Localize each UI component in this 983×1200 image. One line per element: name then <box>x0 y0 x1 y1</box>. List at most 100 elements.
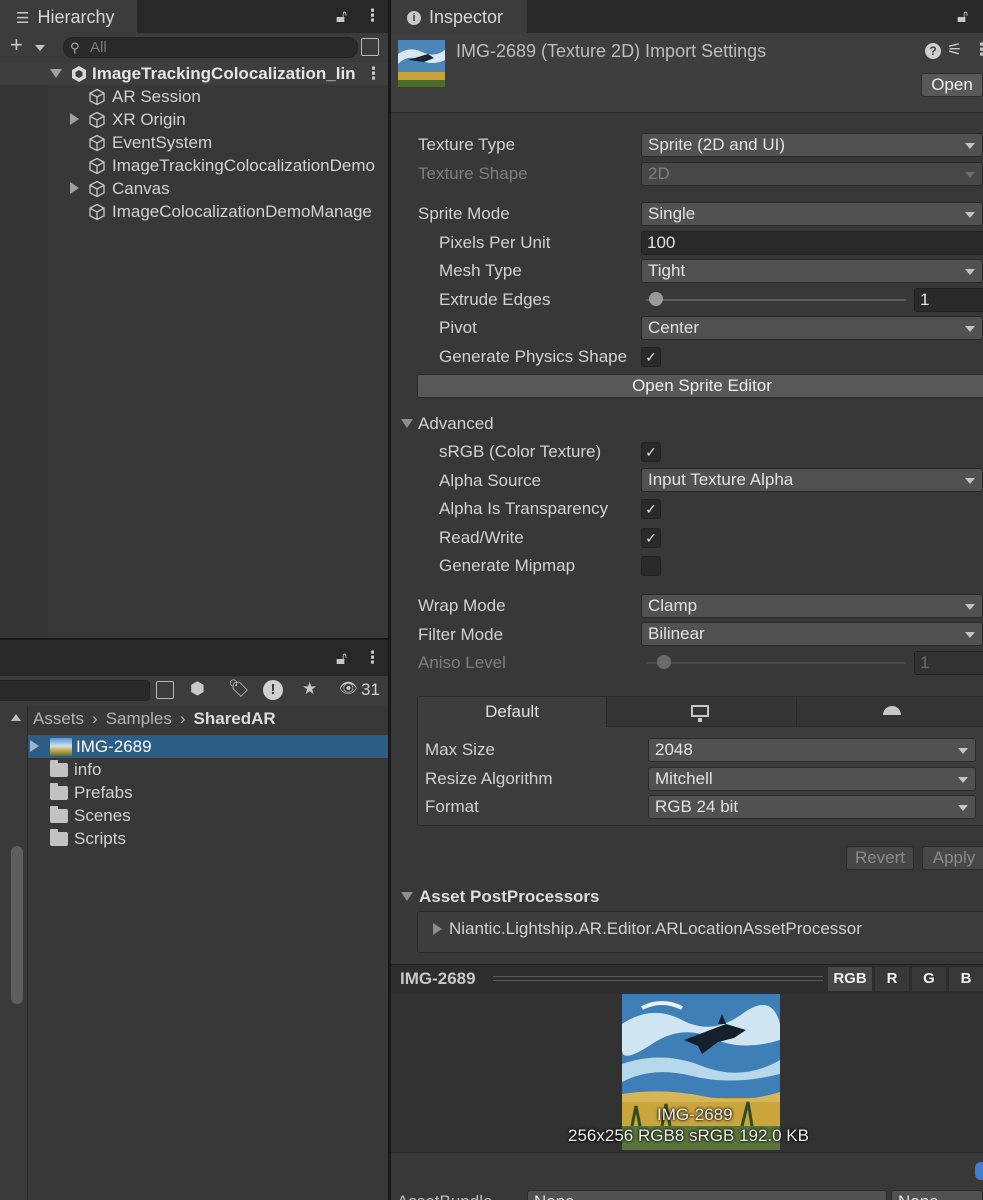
hierarchy-item[interactable]: ImageTrackingColocalizationDemo <box>70 154 375 177</box>
expand-arrow-icon[interactable] <box>70 181 79 194</box>
read-write-checkbox[interactable]: ✓ <box>641 528 661 548</box>
preview-drag-handle[interactable] <box>493 976 823 981</box>
pivot-dropdown[interactable]: Center <box>641 316 983 340</box>
mesh-type-label: Mesh Type <box>439 261 522 280</box>
generate-mipmap-checkbox[interactable] <box>641 556 661 576</box>
alpha-is-transparency-checkbox[interactable]: ✓ <box>641 499 661 519</box>
search-icon: ⚲ <box>70 40 80 55</box>
kebab-menu-icon[interactable]: ⋮ <box>364 6 381 26</box>
expand-arrow-icon[interactable] <box>50 69 62 78</box>
channel-g-button[interactable]: G <box>911 966 947 992</box>
advanced-foldout[interactable]: Advanced <box>401 412 494 435</box>
project-search-input[interactable] <box>0 680 150 701</box>
postprocessor-item[interactable]: Niantic.Lightship.AR.Editor.ARLocationAs… <box>433 917 862 940</box>
chevron-right-icon: › <box>92 708 98 728</box>
alpha-source-dropdown[interactable]: Input Texture Alpha <box>641 468 983 492</box>
pivot-label: Pivot <box>439 318 477 337</box>
folder-icon <box>50 759 68 777</box>
open-sprite-editor-button[interactable]: Open Sprite Editor <box>417 374 983 398</box>
asset-postprocessors-label: Asset PostProcessors <box>419 886 600 906</box>
asset-variant-dropdown[interactable]: None <box>891 1190 983 1200</box>
platform-tab-standalone[interactable] <box>606 697 796 727</box>
asset-kebab-icon[interactable]: ⋮ <box>973 40 983 60</box>
extrude-edges-slider-track[interactable] <box>646 299 906 301</box>
search-by-type-icon[interactable] <box>156 681 174 699</box>
project-item[interactable]: Prefabs <box>30 781 133 804</box>
inspector-panel: i Inspector 🔓︎ IMG-2689 (Texture 2D) Imp… <box>391 0 983 1200</box>
extrude-edges-field[interactable]: 1 <box>914 288 983 312</box>
expand-arrow-icon[interactable] <box>70 112 79 125</box>
pixels-per-unit-field[interactable]: 100 <box>641 231 983 255</box>
search-mode-icon[interactable] <box>361 38 379 56</box>
scene-menu-icon[interactable]: ⋮ <box>365 64 382 84</box>
channel-r-button[interactable]: R <box>874 966 910 992</box>
project-item[interactable]: info <box>30 758 101 781</box>
wrap-mode-dropdown[interactable]: Clamp <box>641 594 983 618</box>
srgb-checkbox[interactable]: ✓ <box>641 442 661 462</box>
scrollbar-thumb[interactable] <box>11 846 23 1004</box>
scroll-up-arrow-icon[interactable] <box>11 714 21 721</box>
preset-sliders-icon[interactable]: ⚟ <box>947 40 962 60</box>
project-kebab-icon[interactable]: ⋮ <box>364 648 381 668</box>
project-item[interactable]: IMG-2689 <box>30 735 152 758</box>
platform-tab-default[interactable]: Default <box>418 697 606 727</box>
max-size-dropdown[interactable]: 2048 <box>648 738 976 762</box>
asset-bundle-dropdown[interactable]: None <box>527 1190 887 1200</box>
eye-icon[interactable]: 👁︎ <box>339 679 358 699</box>
help-icon[interactable]: ? <box>925 43 941 59</box>
breadcrumb-assets[interactable]: Assets <box>33 709 84 729</box>
hierarchy-item[interactable]: EventSystem <box>70 131 212 154</box>
tag-icon[interactable]: 🏷︎ <box>228 679 250 699</box>
alpha-source-label: Alpha Source <box>439 471 542 490</box>
star-icon[interactable]: ★ <box>302 679 317 699</box>
sprite-mode-dropdown[interactable]: Single <box>641 202 983 226</box>
expand-arrow-icon[interactable] <box>30 739 39 752</box>
hierarchy-item[interactable]: AR Session <box>70 85 201 108</box>
lock-icon[interactable]: 🔓︎ <box>336 7 347 27</box>
channel-rgb-button[interactable]: RGB <box>827 966 873 992</box>
read-write-label: Read/Write <box>439 528 524 547</box>
inspector-lock-icon[interactable]: 🔓︎ <box>957 7 968 27</box>
hierarchy-item[interactable]: ImageColocalizationDemoManage <box>70 200 372 223</box>
panel-divider[interactable] <box>388 0 391 1200</box>
platform-tab-android[interactable] <box>796 697 983 727</box>
hierarchy-item[interactable]: XR Origin <box>70 108 186 131</box>
extrude-edges-label: Extrude Edges <box>439 290 551 309</box>
revert-button[interactable]: Revert <box>846 846 914 870</box>
project-item-label: Scenes <box>74 805 131 825</box>
project-lock-icon[interactable]: 🔓︎ <box>336 649 347 669</box>
aniso-level-field: 1 <box>914 651 983 675</box>
mesh-type-dropdown[interactable]: Tight <box>641 259 983 283</box>
project-item[interactable]: Scenes <box>30 804 131 827</box>
texture-type-dropdown[interactable]: Sprite (2D and UI) <box>641 133 983 157</box>
hierarchy-tab[interactable]: ☰ Hierarchy <box>0 0 137 33</box>
scene-row[interactable]: ImageTrackingColocalization_lin <box>50 62 356 85</box>
chevron-down-icon[interactable] <box>35 45 45 51</box>
project-item[interactable]: Scripts <box>30 827 126 850</box>
resize-algorithm-dropdown[interactable]: Mitchell <box>648 767 976 791</box>
format-dropdown[interactable]: RGB 24 bit <box>648 795 976 819</box>
hierarchy-search-input[interactable]: ⚲ All <box>63 37 358 58</box>
dropdown-arrow-icon <box>965 632 975 638</box>
chevron-right-icon: › <box>179 708 186 728</box>
channel-b-button[interactable]: B <box>948 966 983 992</box>
scene-name: ImageTrackingColocalization_lin <box>92 63 356 83</box>
hierarchy-item-label: EventSystem <box>112 132 213 152</box>
hierarchy-item[interactable]: Canvas <box>70 177 170 200</box>
resize-algorithm-value: Mitchell <box>655 769 713 788</box>
filter-type-icon[interactable]: ⬢ <box>190 679 205 699</box>
breadcrumb-sharedar[interactable]: SharedAR <box>194 709 276 729</box>
extrude-edges-slider-knob[interactable] <box>649 292 663 306</box>
filter-mode-dropdown[interactable]: Bilinear <box>641 622 983 646</box>
texture-type-value: Sprite (2D and UI) <box>648 135 785 154</box>
apply-button[interactable]: Apply <box>922 846 983 870</box>
asset-postprocessors-foldout[interactable]: Asset PostProcessors <box>401 885 599 908</box>
inspector-tab[interactable]: i Inspector <box>391 0 527 33</box>
add-icon[interactable]: + <box>10 34 23 56</box>
hierarchy-item-label: ImageColocalizationDemoManage <box>112 201 372 221</box>
hierarchy-item-label: XR Origin <box>112 109 186 129</box>
warning-icon[interactable]: ! <box>263 680 283 700</box>
generate-physics-shape-checkbox[interactable]: ✓ <box>641 347 661 367</box>
open-button[interactable]: Open <box>921 73 983 97</box>
breadcrumb-samples[interactable]: Samples <box>106 709 172 729</box>
